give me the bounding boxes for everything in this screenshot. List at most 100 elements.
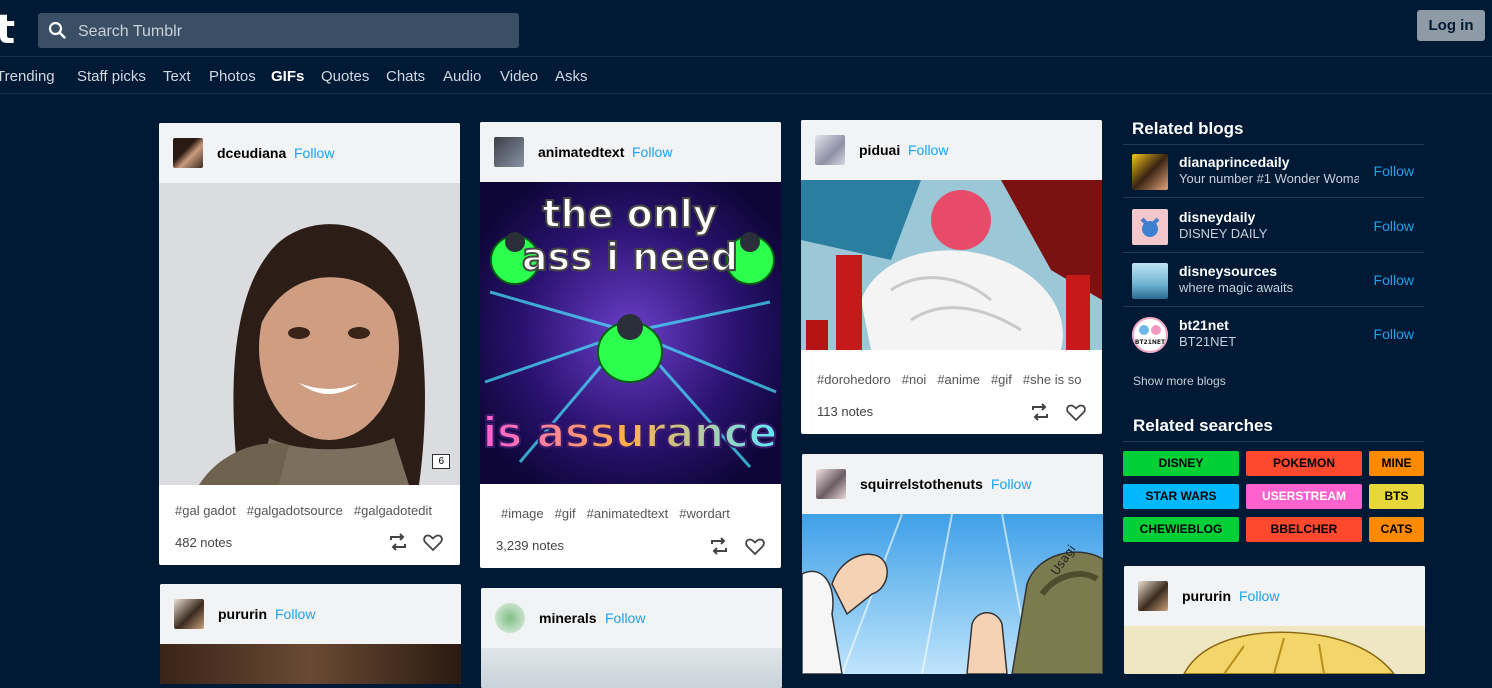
tag[interactable]: #galgadotedit <box>354 503 432 518</box>
avatar[interactable] <box>1132 263 1168 299</box>
related-blog-item[interactable]: disneydaily DISNEY DAILY Follow <box>1123 200 1424 253</box>
post-username[interactable]: dceudiana <box>217 145 286 161</box>
follow-button[interactable]: Follow <box>908 142 948 158</box>
blog-description: BT21NET <box>1179 334 1237 349</box>
post-username[interactable]: pururin <box>218 606 267 622</box>
tab-trending[interactable]: Trending <box>0 68 55 85</box>
tag[interactable]: #noi <box>902 372 927 387</box>
related-search-chip[interactable]: CATS <box>1369 517 1424 542</box>
post-gif[interactable] <box>481 648 782 688</box>
tab-asks[interactable]: Asks <box>555 68 588 85</box>
follow-button[interactable]: Follow <box>275 606 315 622</box>
avatar[interactable] <box>173 138 203 168</box>
post-gif[interactable] <box>160 644 461 684</box>
avatar[interactable] <box>174 599 204 629</box>
post-card: dceudiana Follow 6 #gal gadot #galgadotso… <box>159 123 460 565</box>
blog-name[interactable]: bt21net <box>1179 317 1229 333</box>
tab-gifs[interactable]: GIFs <box>271 68 304 85</box>
tag[interactable]: #she is so <box>1023 372 1082 387</box>
post-gif[interactable]: 6 <box>159 183 460 485</box>
related-search-chip[interactable]: BTS <box>1369 484 1424 509</box>
avatar[interactable] <box>495 603 525 633</box>
follow-button[interactable]: Follow <box>605 610 645 626</box>
notes-count[interactable]: 3,239 notes <box>496 538 564 553</box>
avatar[interactable] <box>816 469 846 499</box>
notes-count[interactable]: 482 notes <box>175 535 232 550</box>
tab-audio[interactable]: Audio <box>443 68 481 85</box>
avatar[interactable] <box>815 135 845 165</box>
post-gif[interactable]: Usagi <box>802 513 1103 674</box>
tab-photos[interactable]: Photos <box>209 68 256 85</box>
notes-count[interactable]: 113 notes <box>817 404 873 419</box>
reblog-icon[interactable] <box>708 535 730 557</box>
follow-button[interactable]: Follow <box>1239 588 1279 604</box>
follow-button[interactable]: Follow <box>294 145 334 161</box>
post-gif[interactable] <box>1124 626 1425 674</box>
related-search-chip[interactable]: DISNEY <box>1123 451 1239 476</box>
search-input[interactable] <box>76 13 510 50</box>
tab-text[interactable]: Text <box>163 68 191 85</box>
anime-gif <box>1124 626 1425 674</box>
related-blog-item[interactable]: disneysources where magic awaits Follow <box>1123 254 1424 307</box>
like-icon[interactable] <box>422 531 444 553</box>
blog-name[interactable]: dianaprincedaily <box>1179 154 1289 170</box>
related-searches-title: Related searches <box>1133 416 1273 435</box>
svg-text:BT21NET: BT21NET <box>1135 339 1166 346</box>
related-search-chip[interactable]: STAR WARS <box>1123 484 1239 509</box>
post-username[interactable]: minerals <box>539 610 597 626</box>
post-header: squirrelstothenuts Follow <box>802 454 1103 514</box>
post-username[interactable]: animatedtext <box>538 144 624 160</box>
search-box[interactable] <box>38 13 519 50</box>
tag[interactable]: #image <box>501 506 544 521</box>
follow-button[interactable]: Follow <box>1374 218 1414 234</box>
blog-name[interactable]: disneydaily <box>1179 209 1255 225</box>
avatar[interactable]: BT21NET <box>1132 317 1168 353</box>
tag[interactable]: #gif <box>555 506 576 521</box>
search-icon <box>48 21 66 39</box>
like-icon[interactable] <box>744 535 766 557</box>
related-search-chip[interactable]: MINE <box>1369 451 1424 476</box>
related-search-chip[interactable]: USERSTREAM <box>1246 484 1362 509</box>
tag[interactable]: #dorohedoro <box>817 372 891 387</box>
tag[interactable]: #animatedtext <box>587 506 669 521</box>
avatar[interactable] <box>1138 581 1168 611</box>
tag[interactable]: #gif <box>991 372 1012 387</box>
related-search-chip[interactable]: BBELCHER <box>1246 517 1362 542</box>
related-search-chip[interactable]: CHEWIEBLOG <box>1123 517 1239 542</box>
post-gif[interactable]: the only ass i need is assurance <box>480 182 781 484</box>
avatar[interactable] <box>494 137 524 167</box>
reblog-icon[interactable] <box>387 531 409 553</box>
follow-button[interactable]: Follow <box>632 144 672 160</box>
post-gif[interactable] <box>801 180 1102 350</box>
reblog-icon[interactable] <box>1029 401 1051 423</box>
related-search-chip[interactable]: POKEMON <box>1246 451 1362 476</box>
show-more-blogs-link[interactable]: Show more blogs <box>1133 374 1226 388</box>
avatar[interactable] <box>1132 154 1168 190</box>
tag[interactable]: #anime <box>937 372 980 387</box>
tumblr-logo[interactable]: t <box>0 6 15 54</box>
post-header: piduai Follow <box>801 120 1102 180</box>
tab-video[interactable]: Video <box>500 68 538 85</box>
post-username[interactable]: piduai <box>859 142 900 158</box>
blog-description: DISNEY DAILY <box>1179 226 1268 241</box>
tab-staff-picks[interactable]: Staff picks <box>77 68 146 85</box>
tag[interactable]: #wordart <box>679 506 730 521</box>
follow-button[interactable]: Follow <box>1374 272 1414 288</box>
login-button[interactable]: Log in <box>1417 10 1485 41</box>
tab-chats[interactable]: Chats <box>386 68 425 85</box>
post-username[interactable]: pururin <box>1182 588 1231 604</box>
follow-button[interactable]: Follow <box>1374 163 1414 179</box>
related-blog-item[interactable]: BT21NET bt21net BT21NET Follow <box>1123 308 1424 360</box>
blog-name[interactable]: disneysources <box>1179 263 1277 279</box>
follow-button[interactable]: Follow <box>1374 326 1414 342</box>
avatar[interactable] <box>1132 209 1168 245</box>
tag[interactable]: #gal gadot <box>175 503 236 518</box>
follow-button[interactable]: Follow <box>991 476 1031 492</box>
like-icon[interactable] <box>1065 401 1087 423</box>
post-header: animatedtext Follow <box>480 122 781 182</box>
post-card: minerals Follow <box>481 588 782 688</box>
related-blog-item[interactable]: dianaprincedaily Your number #1 Wonder W… <box>1123 145 1424 198</box>
tag[interactable]: #galgadotsource <box>247 503 343 518</box>
tab-quotes[interactable]: Quotes <box>321 68 369 85</box>
post-username[interactable]: squirrelstothenuts <box>860 476 983 492</box>
